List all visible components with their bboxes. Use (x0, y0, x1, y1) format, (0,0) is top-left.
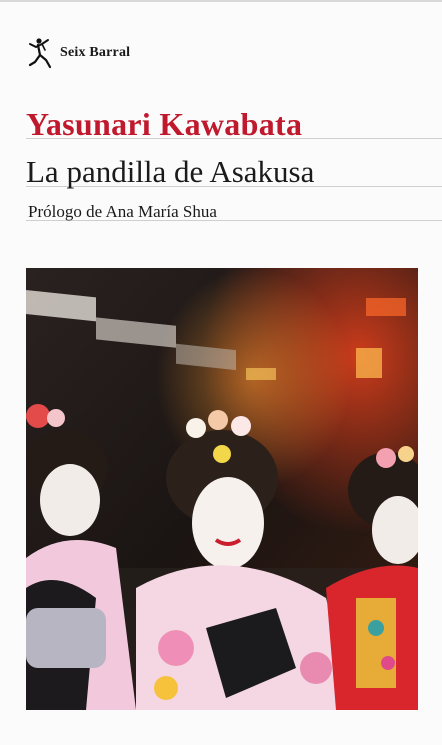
cover-photo (26, 268, 418, 710)
geishas-photo-illustration (26, 268, 418, 710)
book-cover: Seix Barral Yasunari Kawabata La pandill… (0, 0, 442, 745)
publisher-name: Seix Barral (60, 45, 131, 60)
author-name: Yasunari Kawabata (26, 106, 303, 142)
top-border (0, 0, 442, 2)
book-title: La pandilla de Asakusa (26, 154, 315, 189)
publisher-brand: Seix Barral (26, 36, 130, 70)
seix-barral-logo-icon (28, 38, 52, 69)
prologue-credit: Prólogo de Ana María Shua (28, 202, 217, 221)
